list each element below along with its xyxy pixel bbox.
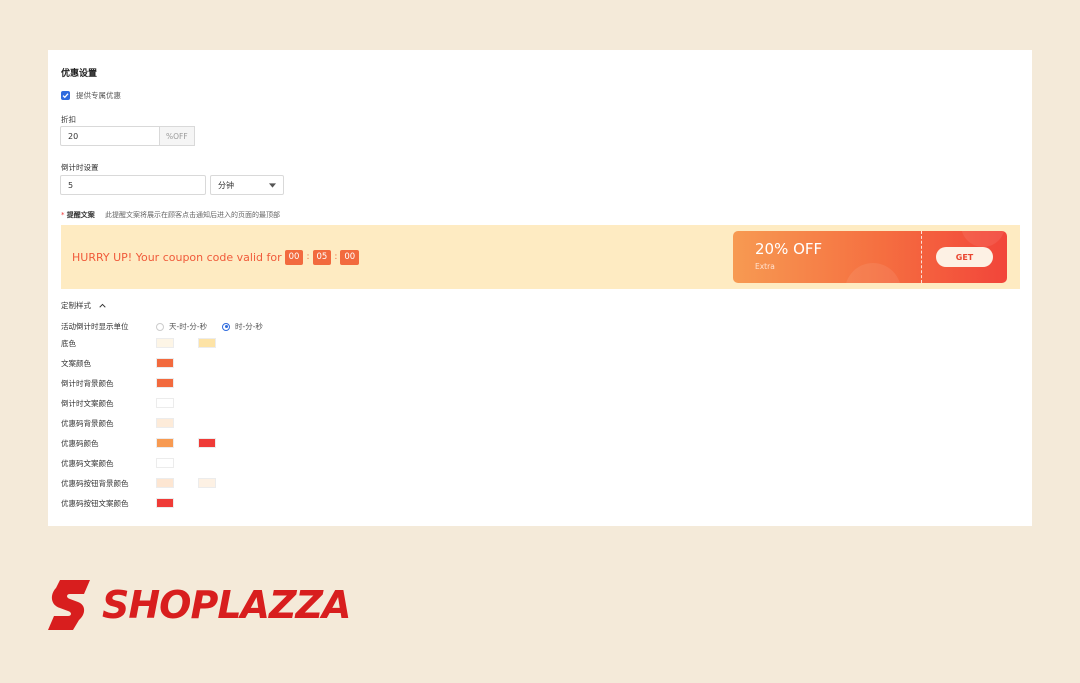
shoplazza-mark-icon — [48, 580, 90, 630]
section-title: 优惠设置 — [61, 69, 98, 79]
offer-settings-panel: 优惠设置 提供专属优惠 折扣 20 %OFF 倒计时设置 5 分钟 * 提醒文案… — [48, 50, 1032, 526]
color-swatch[interactable] — [198, 338, 216, 348]
reminder-label: 提醒文案 — [66, 211, 95, 219]
countdown-separator: : — [306, 252, 310, 262]
coupon-card: 20% OFF Extra GET — [733, 231, 1007, 283]
radio-selected[interactable] — [222, 322, 230, 331]
check-icon — [62, 93, 69, 99]
banner-message: HURRY UP! Your coupon code valid for 00 … — [72, 249, 360, 265]
color-swatch[interactable] — [156, 418, 174, 428]
preview-banner: HURRY UP! Your coupon code valid for 00 … — [61, 225, 1020, 289]
color-row-label: 优惠码背景颜色 — [61, 419, 114, 428]
countdown-minutes: 05 — [312, 249, 332, 265]
color-swatch[interactable] — [198, 438, 216, 448]
exclusive-offer-label: 提供专属优惠 — [76, 91, 121, 100]
color-swatch[interactable] — [156, 398, 174, 408]
color-swatch[interactable] — [156, 438, 174, 448]
color-swatch[interactable] — [156, 358, 174, 368]
countdown-unit-value: 分钟 — [218, 180, 234, 190]
coupon-title: 20% OFF — [755, 240, 823, 258]
color-row-label: 倒计时文案颜色 — [61, 399, 114, 408]
custom-style-title: 定制样式 — [61, 301, 91, 310]
countdown-input[interactable]: 5 — [60, 175, 206, 195]
coupon-subtitle: Extra — [755, 262, 775, 271]
countdown-hours: 00 — [284, 249, 304, 265]
color-row-label: 底色 — [61, 339, 76, 348]
countdown-unit-select[interactable]: 分钟 — [210, 175, 284, 195]
radio-unselected[interactable] — [156, 322, 164, 331]
brand-logo: SHOPLAZZA — [46, 578, 351, 632]
discount-input[interactable]: 20 — [60, 126, 160, 146]
color-row-label: 文案颜色 — [61, 359, 91, 368]
reminder-hint: 此提醒文案将展示在顾客点击通知后进入的页面的最顶部 — [104, 211, 280, 219]
color-row-label: 优惠码文案颜色 — [61, 459, 114, 468]
color-swatch[interactable] — [156, 498, 174, 508]
caret-down-icon — [269, 182, 276, 188]
exclusive-offer-checkbox[interactable] — [61, 91, 70, 100]
banner-text: HURRY UP! Your coupon code valid for — [72, 250, 282, 264]
unit-label: 活动倒计时显示单位 — [61, 322, 129, 331]
countdown-seconds: 00 — [340, 249, 360, 265]
unit-option-hour[interactable]: 时-分-秒 — [222, 321, 263, 332]
color-row-label: 优惠码按钮文案颜色 — [61, 499, 129, 508]
color-row-label: 优惠码按钮背景颜色 — [61, 479, 129, 488]
discount-label: 折扣 — [61, 115, 76, 124]
brand-name: SHOPLAZZA — [102, 583, 351, 627]
unit-option-label: 天-时-分-秒 — [169, 322, 208, 331]
unit-option-label: 时-分-秒 — [235, 322, 263, 331]
discount-field: 20 %OFF — [60, 126, 195, 146]
color-swatch[interactable] — [198, 478, 216, 488]
exclusive-offer-row[interactable]: 提供专属优惠 — [61, 90, 121, 101]
color-row-label: 倒计时背景颜色 — [61, 379, 114, 388]
color-swatch[interactable] — [156, 338, 174, 348]
discount-suffix: %OFF — [160, 126, 195, 146]
countdown-label: 倒计时设置 — [61, 163, 99, 172]
color-swatch[interactable] — [156, 478, 174, 488]
color-swatch[interactable] — [156, 378, 174, 388]
reminder-hint-row: * 提醒文案 此提醒文案将展示在顾客点击通知后进入的页面的最顶部 — [61, 210, 280, 220]
coupon-divider — [921, 231, 922, 283]
required-mark: * — [61, 211, 65, 219]
countdown-separator: : — [334, 252, 338, 262]
unit-option-day[interactable]: 天-时-分-秒 — [156, 321, 207, 332]
color-row-label: 优惠码颜色 — [61, 439, 99, 448]
get-coupon-button[interactable]: GET — [936, 247, 993, 267]
custom-style-toggle[interactable]: 定制样式 — [61, 300, 106, 311]
color-swatch[interactable] — [156, 458, 174, 468]
chevron-up-icon — [99, 303, 106, 308]
